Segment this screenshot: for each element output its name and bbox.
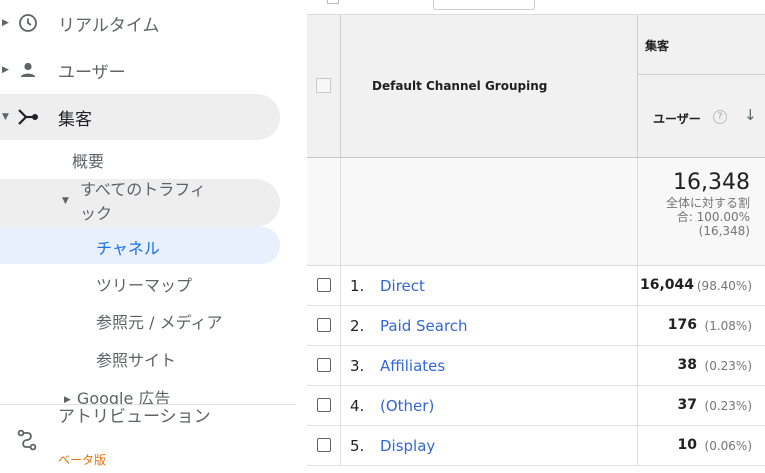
report-table: Default Channel Grouping 集客 ユーザー ? ↓ 16,… [307,0,765,473]
total-users-value: 16,348 [673,170,750,195]
beta-badge: ベータ版 [58,453,107,467]
users-percentage: (98.40%) [696,279,752,293]
sidebar-subitem-all-traffic[interactable]: すべてのトラフィック [80,178,220,226]
sidebar-subitem-referrals[interactable]: 参照サイト [96,347,176,371]
row-index: 5. [350,437,365,455]
row-index: 3. [350,357,365,375]
dimension-column-header[interactable]: Default Channel Grouping [372,79,547,93]
sidebar-item-attribution[interactable]: アトリビューション ベータ版 [0,404,296,473]
users-value: 37 [677,397,697,413]
acquisition-icon [17,106,39,128]
table-row: 4. (Other) 37 (0.23%) [307,386,765,426]
row-checkbox[interactable] [317,318,331,332]
column-divider [637,306,638,346]
table-row: 2. Paid Search 176 (1.08%) [307,306,765,346]
person-icon [17,59,39,81]
sidebar-item-label: 集客 [58,109,92,130]
channel-link[interactable]: Display [380,437,435,455]
column-divider [637,386,638,426]
table-header: Default Channel Grouping 集客 ユーザー ? ↓ [307,14,765,158]
users-value: 38 [677,357,697,373]
sidebar: ▶ リアルタイム ▶ ユーザー ▼ 集客 概要 ▼ すべてのトラフィック チャネ… [0,0,296,473]
column-divider [340,15,341,158]
table-row: 1. Direct 16,044 (98.40%) [307,266,765,306]
sidebar-subitem-source-medium[interactable]: 参照元 / メディア [96,309,222,333]
users-percentage: (0.23%) [704,359,752,373]
sidebar-item-label: アトリビューション [58,407,211,427]
column-divider [637,426,638,466]
users-percentage: (0.23%) [704,399,752,413]
column-divider [340,386,341,426]
metric-group-header: 集客 [645,39,670,53]
totals-row: 16,348 全体に対する割合: 100.00% (16,348) [307,158,765,266]
sidebar-item-label: リアルタイム [58,15,160,36]
sidebar-subitem-overview[interactable]: 概要 [72,148,104,172]
caret-down-icon: ▼ [62,196,69,206]
row-index: 2. [350,317,365,335]
clock-icon [17,12,39,34]
sidebar-item-realtime[interactable]: ▶ リアルタイム [0,0,280,46]
row-checkbox[interactable] [317,278,331,292]
column-divider [340,346,341,386]
row-checkbox[interactable] [317,398,331,412]
table-toolbar [307,0,765,14]
caret-down-icon: ▼ [2,112,9,122]
caret-right-icon: ▶ [2,18,9,28]
column-divider [637,158,638,266]
toolbar-checkbox[interactable] [327,0,339,4]
sidebar-item-acquisition[interactable]: ▼ 集客 [0,94,280,140]
column-divider [340,426,341,466]
attribution-icon [16,429,38,451]
row-checkbox[interactable] [317,438,331,452]
row-index: 4. [350,397,365,415]
users-percentage: (1.08%) [704,319,752,333]
sidebar-subitem-treemaps[interactable]: ツリーマップ [96,272,192,296]
sidebar-item-users[interactable]: ▶ ユーザー [0,47,280,93]
column-divider [637,266,638,306]
column-divider [340,266,341,306]
secondary-dimension-select[interactable] [433,0,535,10]
column-divider [340,306,341,346]
channel-link[interactable]: (Other) [380,397,434,415]
users-percentage: (0.06%) [704,439,752,453]
channel-link[interactable]: Affiliates [380,357,445,375]
column-divider [340,158,341,266]
channel-link[interactable]: Direct [380,277,425,295]
users-value: 10 [677,437,697,453]
row-index: 1. [350,277,365,295]
help-icon[interactable]: ? [713,110,727,124]
sort-desc-icon[interactable]: ↓ [744,106,757,124]
users-value: 176 [667,317,697,333]
total-percentage-label: 全体に対する割合: 100.00% (16,348) [665,196,750,238]
column-divider [637,346,638,386]
channel-link[interactable]: Paid Search [380,317,468,335]
select-all-checkbox[interactable] [316,78,331,93]
sidebar-item-label: ユーザー [58,62,126,83]
users-column-header[interactable]: ユーザー [653,110,701,127]
table-row: 3. Affiliates 38 (0.23%) [307,346,765,386]
table-row: 5. Display 10 (0.06%) [307,426,765,466]
sidebar-subitem-channels[interactable]: チャネル [96,235,160,259]
caret-right-icon: ▶ [2,65,9,75]
row-checkbox[interactable] [317,358,331,372]
users-value: 16,044 [639,277,694,293]
